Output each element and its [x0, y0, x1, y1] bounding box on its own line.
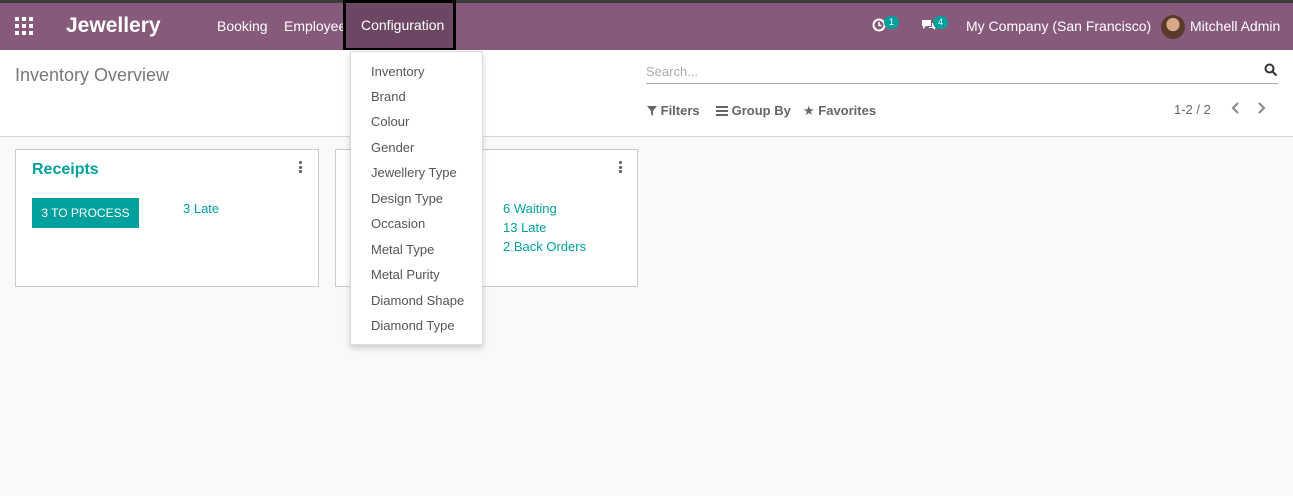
config-item-design-type[interactable]: Design Type	[371, 191, 443, 206]
receipts-late-link[interactable]: 3 Late	[183, 201, 219, 216]
configuration-dropdown: Inventory Brand Colour Gender Jewellery …	[350, 51, 483, 345]
receipts-process-button[interactable]: 3 TO PROCESS	[32, 198, 139, 228]
apps-menu-icon[interactable]	[14, 16, 34, 36]
late-link[interactable]: 13 Late	[503, 220, 546, 235]
waiting-link[interactable]: 6 Waiting	[503, 201, 557, 216]
pager-next-icon[interactable]	[1256, 100, 1268, 119]
messages-badge: 4	[933, 16, 949, 29]
receipts-card: Receipts 3 TO PROCESS 3 Late	[15, 149, 319, 287]
company-switcher[interactable]: My Company (San Francisco)	[966, 18, 1151, 34]
filters-label: Filters	[660, 103, 700, 118]
config-item-inventory[interactable]: Inventory	[371, 64, 424, 79]
config-item-brand[interactable]: Brand	[371, 89, 406, 104]
receipts-title[interactable]: Receipts	[32, 161, 99, 179]
back-orders-link[interactable]: 2 Back Orders	[503, 239, 586, 254]
config-item-metal-purity[interactable]: Metal Purity	[371, 267, 440, 282]
menu-configuration-label: Configuration	[361, 17, 445, 33]
control-panel: Inventory Overview Filters Group By ★ Fa…	[0, 50, 1293, 137]
pager-value[interactable]: 1-2 / 2	[1174, 102, 1211, 117]
config-item-metal-type[interactable]: Metal Type	[371, 242, 434, 257]
user-menu[interactable]: Mitchell Admin	[1190, 18, 1280, 34]
search-icon[interactable]	[1264, 63, 1278, 80]
group-by-label: Group By	[731, 103, 791, 118]
menu-employee[interactable]: Employee	[284, 18, 346, 34]
operations-options-icon[interactable]	[619, 161, 623, 175]
favorites-label: Favorites	[818, 103, 877, 118]
config-item-diamond-shape[interactable]: Diamond Shape	[371, 293, 464, 308]
app-brand[interactable]: Jewellery	[66, 14, 161, 38]
pager-previous-icon[interactable]	[1229, 100, 1241, 119]
group-by-button[interactable]: Group By	[716, 103, 791, 118]
config-item-occasion[interactable]: Occasion	[371, 216, 425, 231]
receipts-options-icon[interactable]	[299, 161, 303, 175]
main-navbar: Jewellery Booking Employee 1 4 My Compan…	[0, 0, 1293, 50]
filter-icon	[647, 106, 657, 116]
config-item-diamond-type[interactable]: Diamond Type	[371, 318, 455, 333]
search-bar	[646, 61, 1278, 84]
search-input[interactable]	[646, 61, 1246, 81]
user-avatar[interactable]	[1161, 15, 1185, 39]
star-icon: ★	[803, 103, 815, 118]
menu-booking[interactable]: Booking	[217, 18, 268, 34]
list-icon	[716, 106, 728, 116]
config-item-gender[interactable]: Gender	[371, 140, 414, 155]
favorites-button[interactable]: ★ Favorites	[803, 103, 876, 119]
activity-badge: 1	[884, 16, 900, 29]
config-item-jewellery-type[interactable]: Jewellery Type	[371, 165, 457, 180]
filters-button[interactable]: Filters	[647, 103, 700, 118]
page-title: Inventory Overview	[15, 65, 170, 85]
config-item-colour[interactable]: Colour	[371, 114, 409, 129]
menu-configuration[interactable]: Configuration	[343, 0, 456, 51]
